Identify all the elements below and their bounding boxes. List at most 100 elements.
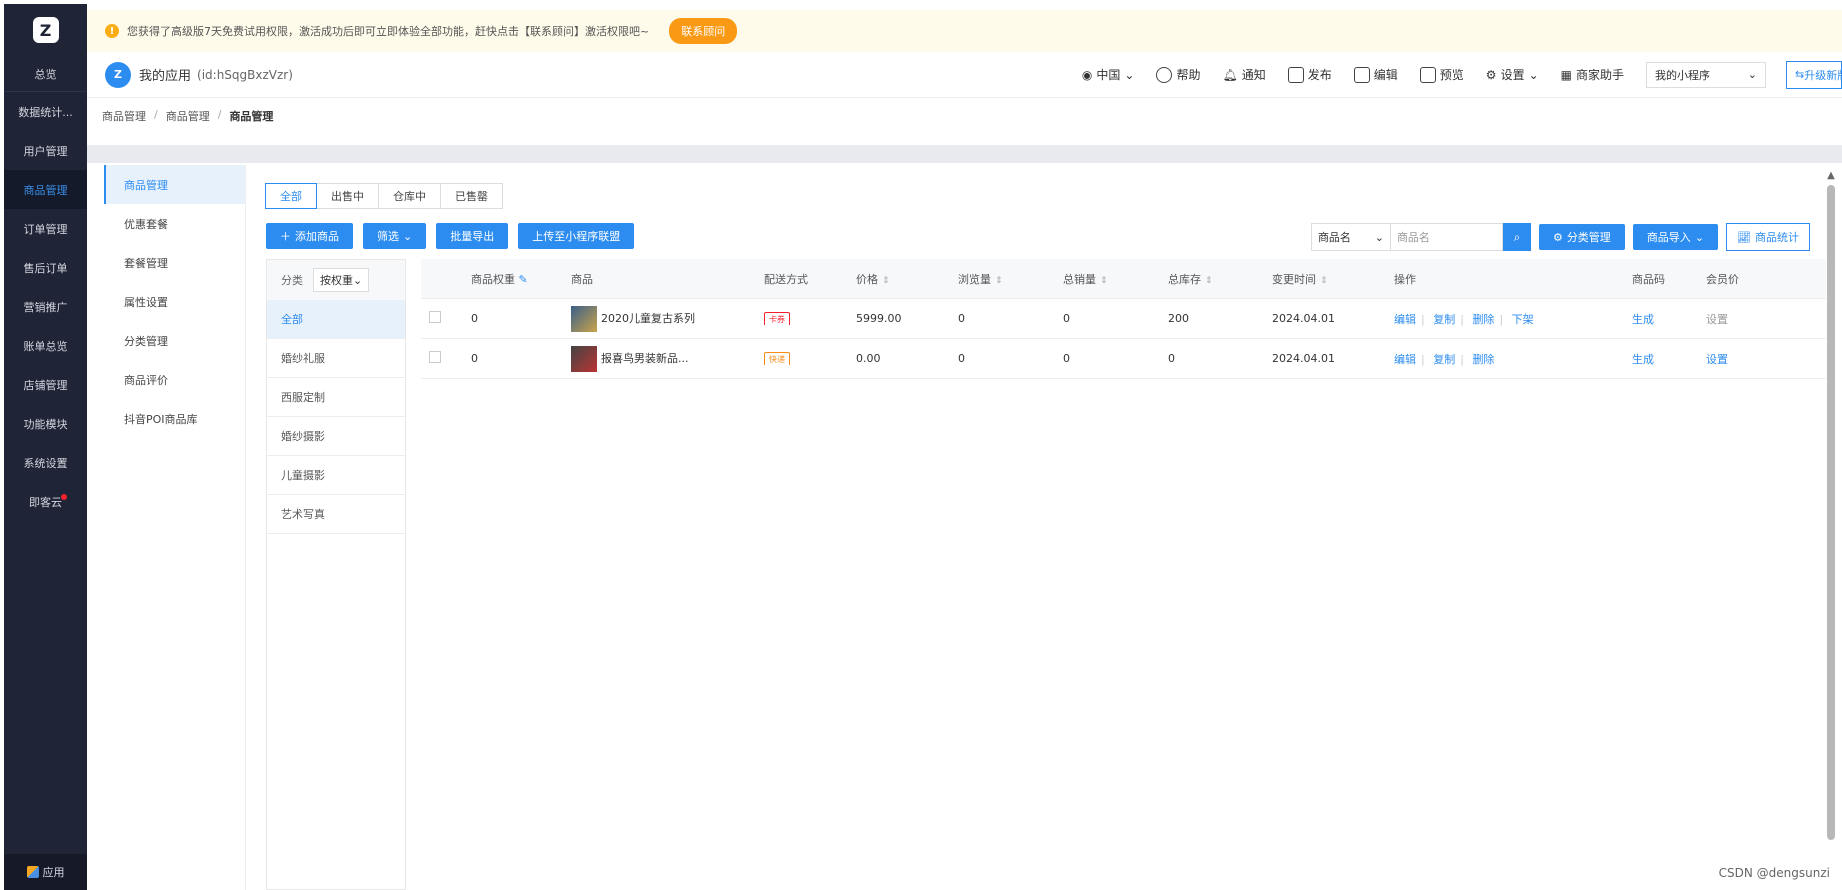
tab-on-sale[interactable]: 出售中 xyxy=(316,183,379,209)
upload-miniapp-button[interactable]: 上传至小程序联盟 xyxy=(518,223,635,249)
header-price[interactable]: 价格 ⇕ xyxy=(848,271,950,287)
category-item-all[interactable]: 全部 xyxy=(267,300,405,339)
merchant-assistant-button[interactable]: ▦ 商家助手 xyxy=(1561,66,1624,83)
subnav-item-reviews[interactable]: 商品评价 xyxy=(104,360,245,399)
product-name[interactable]: 2020儿童复古系列 xyxy=(601,312,695,325)
category-sort-select[interactable]: 按权重 ⌄ xyxy=(313,268,370,292)
contact-advisor-button[interactable]: 联系顾问 xyxy=(669,18,738,44)
search-input[interactable]: 商品名 xyxy=(1390,223,1503,251)
search-button[interactable]: ⌕ xyxy=(1502,223,1531,251)
upgrade-label: 升级新版 xyxy=(1804,68,1841,82)
sidebar-item-system[interactable]: 系统设置 xyxy=(4,443,87,482)
header-sales[interactable]: 总销量 ⇕ xyxy=(1055,271,1160,287)
breadcrumb-item[interactable]: 商品管理 xyxy=(102,108,146,124)
generate-code-link[interactable]: 生成 xyxy=(1632,313,1654,326)
publish-button[interactable]: 发布 xyxy=(1287,66,1332,83)
delete-link[interactable]: 删除 xyxy=(1472,353,1494,366)
sidebar-item-orders[interactable]: 订单管理 xyxy=(4,209,87,248)
cell-stock: 200 xyxy=(1168,312,1189,325)
sort-icon: ⇕ xyxy=(1205,275,1213,286)
category-item[interactable]: 艺术写真 xyxy=(267,495,405,534)
miniapp-select[interactable]: 我的小程序 ⌄ xyxy=(1646,61,1766,88)
edit-button[interactable]: 编辑 xyxy=(1353,66,1398,83)
sidebar-item-stats[interactable]: 数据统计... xyxy=(4,92,87,131)
subnav-item-attributes[interactable]: 属性设置 xyxy=(104,282,245,321)
category-mgmt-button[interactable]: ⚙ 分类管理 xyxy=(1538,224,1625,250)
delete-link[interactable]: 删除 xyxy=(1472,313,1494,326)
subnav-item-categories[interactable]: 分类管理 xyxy=(104,321,245,360)
tab-warehouse[interactable]: 仓库中 xyxy=(378,183,441,209)
edit-link[interactable]: 编辑 xyxy=(1394,353,1416,366)
upgrade-button[interactable]: ⇆ 升级新版 xyxy=(1786,60,1842,89)
sidebar-item-users[interactable]: 用户管理 xyxy=(4,131,87,170)
subnav-item-products[interactable]: 商品管理 xyxy=(104,165,245,204)
sidebar-item-modules[interactable]: 功能模块 xyxy=(4,404,87,443)
unlist-link[interactable]: 下架 xyxy=(1512,313,1534,326)
edit-icon[interactable]: ✎ xyxy=(519,273,528,286)
category-item[interactable]: 婚纱礼服 xyxy=(267,339,405,378)
product-name[interactable]: 报喜鸟男装新品... xyxy=(601,352,689,365)
sidebar-item-marketing[interactable]: 营销推广 xyxy=(4,287,87,326)
subnav-item-douyin-poi[interactable]: 抖音POI商品库 xyxy=(104,399,245,438)
app-logo[interactable]: Z xyxy=(4,4,87,56)
cell-weight: 0 xyxy=(471,312,478,325)
subnav-item-package-mgmt[interactable]: 套餐管理 xyxy=(104,243,245,282)
sidebar-item-store[interactable]: 店铺管理 xyxy=(4,365,87,404)
add-product-button[interactable]: ＋ 添加商品 xyxy=(266,223,353,249)
filter-button[interactable]: 筛选 ⌄ xyxy=(363,223,427,249)
publish-icon xyxy=(1287,66,1304,83)
sidebar-apps-button[interactable]: 应用 xyxy=(4,854,87,890)
copy-link[interactable]: 复制 xyxy=(1433,313,1455,326)
tab-sold-out[interactable]: 已售罄 xyxy=(440,183,503,209)
product-import-button[interactable]: 商品导入 ⌄ xyxy=(1632,224,1719,250)
sort-value: 按权重 xyxy=(320,274,353,287)
subnav-item-discount-package[interactable]: 优惠套餐 xyxy=(104,204,245,243)
breadcrumb-item[interactable]: 商品管理 xyxy=(166,108,210,124)
preview-label: 预览 xyxy=(1439,68,1464,82)
sidebar-item-jikeyun[interactable]: 即客云 xyxy=(4,482,87,521)
apps-label: 应用 xyxy=(42,866,65,879)
settings-button[interactable]: ⚙ 设置 ⌄ xyxy=(1486,66,1539,83)
member-price-setting[interactable]: 设置 xyxy=(1706,313,1728,326)
copy-link[interactable]: 复制 xyxy=(1433,353,1455,366)
row-checkbox[interactable] xyxy=(429,351,441,363)
help-button[interactable]: 帮助 xyxy=(1156,66,1201,83)
category-item[interactable]: 西服定制 xyxy=(267,378,405,417)
category-panel: 分类 按权重 ⌄ 全部 婚纱礼服 西服定制 婚纱摄影 儿童摄影 艺术写真 xyxy=(266,259,406,890)
sidebar-item-overview[interactable]: 总览 xyxy=(4,56,87,92)
header-stock[interactable]: 总库存 ⇕ xyxy=(1160,271,1264,287)
category-item[interactable]: 婚纱摄影 xyxy=(267,417,405,456)
batch-export-button[interactable]: 批量导出 xyxy=(436,223,509,249)
category-item[interactable]: 儿童摄影 xyxy=(267,456,405,495)
page-scrollbar[interactable]: ▲ xyxy=(1826,170,1836,850)
scrollbar-thumb[interactable] xyxy=(1827,185,1835,840)
cell-price: 5999.00 xyxy=(856,312,902,325)
preview-button[interactable]: 预览 xyxy=(1419,66,1464,83)
top-bar: Z 我的应用 (id:hSqgBxzVzr) ◉ 中国 ⌄ 帮助 🔔︎ 通知 发布 … xyxy=(87,52,1842,98)
notify-button[interactable]: 🔔︎ 通知 xyxy=(1223,66,1266,83)
row-checkbox[interactable] xyxy=(429,311,441,323)
sidebar-item-aftersale[interactable]: 售后订单 xyxy=(4,248,87,287)
edit-link[interactable]: 编辑 xyxy=(1394,313,1416,326)
cell-stock: 0 xyxy=(1168,352,1175,365)
sidebar-item-bills[interactable]: 账单总览 xyxy=(4,326,87,365)
product-stats-button[interactable]: 📈︎ 商品统计 xyxy=(1726,223,1810,251)
tab-all[interactable]: 全部 xyxy=(265,183,317,209)
cell-product-code: 生成 xyxy=(1624,311,1698,327)
play-icon xyxy=(1419,66,1436,83)
scroll-up-arrow-icon[interactable]: ▲ xyxy=(1826,170,1836,181)
location-icon: ◉ xyxy=(1081,67,1093,82)
help-label: 帮助 xyxy=(1176,68,1201,82)
sidebar: Z 总览 数据统计... 用户管理 商品管理 订单管理 售后订单 营销推广 账单… xyxy=(4,4,87,890)
member-price-setting[interactable]: 设置 xyxy=(1706,353,1728,366)
header-views[interactable]: 浏览量 ⇕ xyxy=(950,271,1055,287)
breadcrumb-separator: / xyxy=(217,108,222,121)
region-selector[interactable]: ◉ 中国 ⌄ xyxy=(1082,66,1135,83)
generate-code-link[interactable]: 生成 xyxy=(1632,353,1654,366)
shipping-tag: 快递 xyxy=(764,352,790,365)
search-field-select[interactable]: 商品名 ⌄ xyxy=(1310,223,1391,251)
row-checkbox-cell xyxy=(421,351,463,366)
chevron-down-icon: ⌄ xyxy=(1528,67,1539,82)
sidebar-item-products[interactable]: 商品管理 xyxy=(4,170,87,209)
header-time[interactable]: 变更时间 ⇕ xyxy=(1264,271,1386,287)
